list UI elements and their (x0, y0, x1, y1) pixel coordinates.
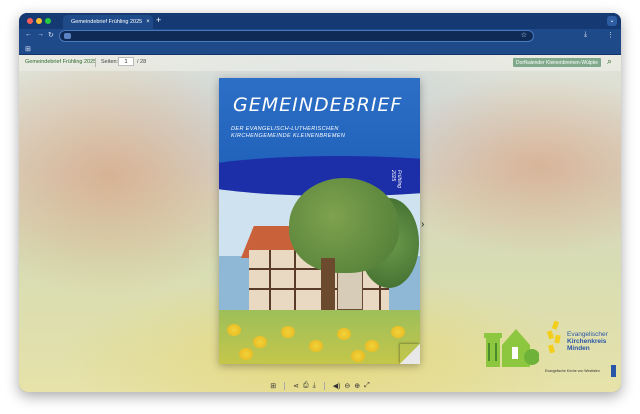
browser-window: Gemeindebrief Frühling 2025 × + ⌄ ← → ↻ … (19, 13, 621, 392)
kirchenkreis-name: Evangelischer Kirchenkreis Minden (567, 331, 608, 352)
ekvw-caption: Evangelische Kirche von Westfalen (545, 369, 600, 373)
browser-menu-icon[interactable]: ⋮ (607, 31, 614, 39)
share-icon[interactable]: ⋖ (293, 382, 299, 390)
cover-season-name: Frühling (396, 170, 402, 189)
divider (284, 382, 286, 390)
ekvw-mark-icon (611, 365, 616, 377)
page-label: Seiten: (101, 59, 119, 65)
cover-subtitle-line: KIRCHENGEMEINDE KLEINENBREMEN (231, 133, 346, 139)
maximize-window-button[interactable] (45, 18, 51, 24)
back-button[interactable]: ← (25, 31, 32, 38)
bookmarks-bar: ⊞ (19, 43, 621, 55)
daffodil (239, 348, 253, 360)
apps-grid-icon[interactable]: ⊞ (25, 45, 31, 53)
kirchenkreis-minden-logo: Evangelischer Kirchenkreis Minden Evange… (545, 319, 617, 381)
daffodil (365, 340, 379, 352)
barn-gate (337, 268, 363, 310)
new-tab-button[interactable]: + (156, 16, 161, 25)
tab-gemeindebrief[interactable]: Gemeindebrief Frühling 2025 × (63, 15, 153, 29)
kirchenkreis-line: Kirchenkreis (567, 338, 607, 345)
address-bar[interactable]: ☆ (59, 30, 534, 42)
reload-button[interactable]: ↻ (48, 31, 54, 39)
page-number-input[interactable] (118, 57, 134, 66)
timber-beam (294, 250, 296, 310)
divider (323, 382, 325, 390)
tab-title: Gemeindebrief Frühling 2025 (71, 19, 143, 25)
close-window-button[interactable] (27, 18, 33, 24)
document-title: Gemeindebrief Frühling 2025 (25, 59, 97, 65)
cover-subtitle: DER EVANGELISCH-LUTHERISCHEN KIRCHENGEME… (231, 126, 345, 140)
bookmark-star-icon[interactable]: ☆ (521, 31, 527, 39)
daffodil (253, 336, 267, 348)
timber-beam (269, 250, 271, 310)
sound-icon[interactable]: ◀) (333, 382, 341, 390)
tab-search-button[interactable]: ⌄ (607, 16, 617, 26)
daffodil (391, 326, 405, 338)
daffodil (351, 350, 365, 362)
fullscreen-icon[interactable]: ⤢ (364, 382, 370, 390)
page-total: / 28 (137, 59, 147, 65)
daffodil (227, 324, 241, 336)
church-community-logo (484, 329, 539, 367)
tree-crown (289, 178, 399, 273)
site-info-icon[interactable] (64, 33, 71, 39)
kirchenkreis-line: Minden (567, 345, 590, 352)
page-curl-corner[interactable] (400, 344, 420, 364)
kirchenkreis-rays-icon (546, 320, 561, 354)
cover-title: GEMEINDEBRIEF (233, 94, 403, 116)
browser-toolbar: ← → ↻ ☆ ⤓ ⋮ (19, 29, 621, 43)
search-icon[interactable]: ⌕ (607, 56, 612, 67)
cover-subtitle-line: DER EVANGELISCH-LUTHERISCHEN (231, 126, 339, 132)
zoom-out-icon[interactable]: ⊖ (344, 382, 350, 390)
thumbnails-grid-icon[interactable]: ⊞ (270, 382, 276, 390)
dorfkalender-link-button[interactable]: Dorfkalender Kleinenbremen-Wülpke (513, 58, 601, 67)
daffodil (337, 328, 351, 340)
zoom-in-icon[interactable]: ⊕ (354, 382, 360, 390)
download-pdf-icon[interactable]: ⤓ (313, 382, 316, 390)
flipbook-viewer: Gemeindebrief Frühling 2025 Seiten: / 28… (19, 55, 621, 392)
viewer-top-bar: Gemeindebrief Frühling 2025 Seiten: / 28… (19, 55, 621, 71)
cover-page[interactable]: GEMEINDEBRIEF DER EVANGELISCH-LUTHERISCH… (219, 78, 420, 364)
daffodil (309, 340, 323, 352)
tab-bar: Gemeindebrief Frühling 2025 × + ⌄ (19, 13, 621, 29)
forward-button[interactable]: → (37, 31, 44, 38)
print-icon[interactable]: ⎙ (303, 382, 309, 390)
daffodil (281, 326, 295, 338)
cover-season: Frühling 2025 (390, 170, 402, 188)
download-icon[interactable]: ⤓ (584, 31, 587, 39)
viewer-bottom-toolbar: ⊞ ⋖ ⎙ ⤓ ◀) ⊖ ⊕ ⤢ (19, 380, 621, 392)
next-page-arrow-icon[interactable]: › (421, 219, 424, 230)
divider (95, 58, 96, 67)
kirchenkreis-line: Evangelischer (567, 331, 608, 338)
tab-close-icon[interactable]: × (146, 19, 150, 25)
minimize-window-button[interactable] (36, 18, 42, 24)
